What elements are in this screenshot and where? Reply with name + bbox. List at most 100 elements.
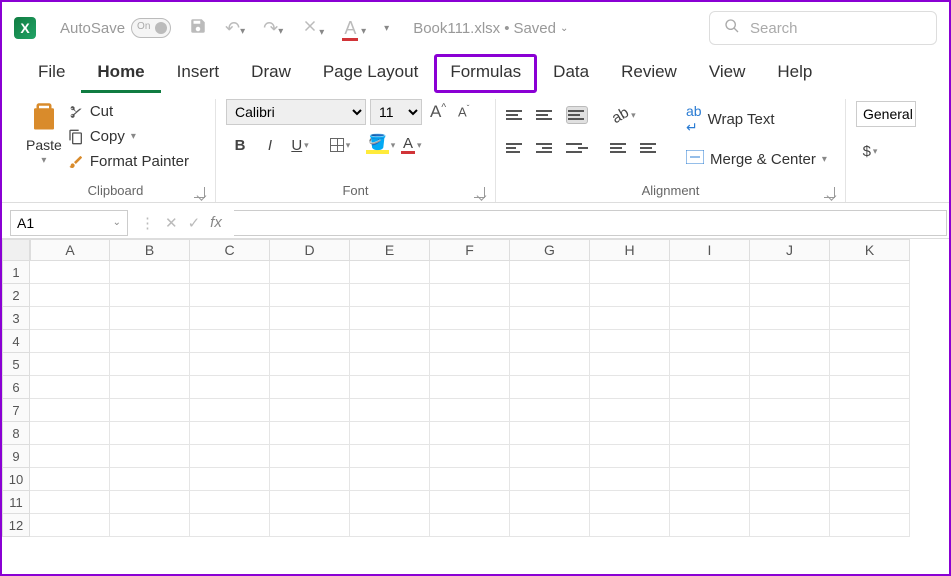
decrease-font-icon[interactable]: Aˇ [454,104,473,119]
font-size-select[interactable]: 11 [370,99,422,125]
cell[interactable] [350,261,430,284]
cell[interactable] [350,491,430,514]
cell[interactable] [110,399,190,422]
cell[interactable] [750,330,830,353]
cell[interactable] [750,422,830,445]
merge-center-button[interactable]: Merge & Center ▾ [686,150,827,168]
cell[interactable] [830,399,910,422]
align-left-icon[interactable] [506,139,528,157]
cell[interactable] [190,284,270,307]
cell[interactable] [270,514,350,537]
increase-font-icon[interactable]: A^ [426,102,450,122]
cell[interactable] [670,445,750,468]
cell[interactable] [110,468,190,491]
cell[interactable] [750,445,830,468]
cell[interactable] [190,422,270,445]
cell[interactable] [350,422,430,445]
cell[interactable] [670,399,750,422]
cell[interactable] [430,468,510,491]
cell[interactable] [510,261,590,284]
cell[interactable] [430,422,510,445]
cell[interactable] [590,353,670,376]
cell[interactable] [30,445,110,468]
column-header[interactable]: E [350,239,430,261]
row-header[interactable]: 4 [2,330,30,353]
cell[interactable] [670,422,750,445]
cell[interactable] [430,376,510,399]
cell[interactable] [750,491,830,514]
cell[interactable] [830,445,910,468]
cell[interactable] [190,514,270,537]
cell[interactable] [590,445,670,468]
cell[interactable] [750,284,830,307]
cell[interactable] [590,261,670,284]
cell[interactable] [430,399,510,422]
row-header[interactable]: 9 [2,445,30,468]
cell[interactable] [350,399,430,422]
underline-button[interactable]: U [286,131,314,159]
cell[interactable] [670,468,750,491]
select-all-corner[interactable] [2,239,30,261]
cell[interactable] [30,399,110,422]
cell[interactable] [430,491,510,514]
cell[interactable] [110,353,190,376]
cell[interactable] [190,330,270,353]
fill-color-button[interactable]: 🪣 [366,131,395,159]
paste-button[interactable]: Paste ▾ [26,99,62,166]
cell[interactable] [750,376,830,399]
cell[interactable] [30,422,110,445]
decrease-indent-icon[interactable] [610,139,632,157]
autosave-toggle[interactable]: AutoSave On [60,18,171,38]
cell[interactable] [590,376,670,399]
format-painter-button[interactable]: Format Painter [68,153,189,170]
name-box[interactable]: A1 ⌄ [10,210,128,236]
wrap-text-button[interactable]: ab↵ Wrap Text [686,103,827,136]
tab-view[interactable]: View [693,54,762,93]
cell[interactable] [670,491,750,514]
cell[interactable] [430,514,510,537]
row-header[interactable]: 11 [2,491,30,514]
cell[interactable] [590,422,670,445]
tab-home[interactable]: Home [81,54,160,93]
column-header[interactable]: K [830,239,910,261]
cell[interactable] [510,514,590,537]
tab-help[interactable]: Help [761,54,828,93]
cell[interactable] [270,445,350,468]
cell[interactable] [110,376,190,399]
tab-file[interactable]: File [22,54,81,93]
cell[interactable] [830,307,910,330]
cell[interactable] [670,353,750,376]
row-header[interactable]: 3 [2,307,30,330]
cell[interactable] [510,399,590,422]
cell[interactable] [270,353,350,376]
cell[interactable] [30,261,110,284]
cell[interactable] [270,399,350,422]
cell[interactable] [190,353,270,376]
clear-icon[interactable]: ▾ [301,17,324,40]
cell[interactable] [110,514,190,537]
tab-review[interactable]: Review [605,54,693,93]
align-right-icon[interactable] [566,139,588,157]
column-header[interactable]: I [670,239,750,261]
cell[interactable] [110,491,190,514]
column-header[interactable]: D [270,239,350,261]
cell[interactable] [670,284,750,307]
cell[interactable] [510,330,590,353]
cell[interactable] [830,468,910,491]
font-color-button[interactable]: A [397,131,425,159]
cell[interactable] [430,445,510,468]
cell[interactable] [30,353,110,376]
cell[interactable] [830,261,910,284]
font-color-qat-icon[interactable]: A ▾ [342,18,366,39]
cell[interactable] [110,261,190,284]
row-header[interactable]: 12 [2,514,30,537]
cell[interactable] [270,491,350,514]
cell[interactable] [750,261,830,284]
cell[interactable] [590,468,670,491]
row-header[interactable]: 6 [2,376,30,399]
cell[interactable] [30,514,110,537]
italic-button[interactable]: I [256,131,284,159]
cell[interactable] [350,353,430,376]
enter-icon[interactable]: ✓ [188,214,201,232]
cell[interactable] [590,491,670,514]
